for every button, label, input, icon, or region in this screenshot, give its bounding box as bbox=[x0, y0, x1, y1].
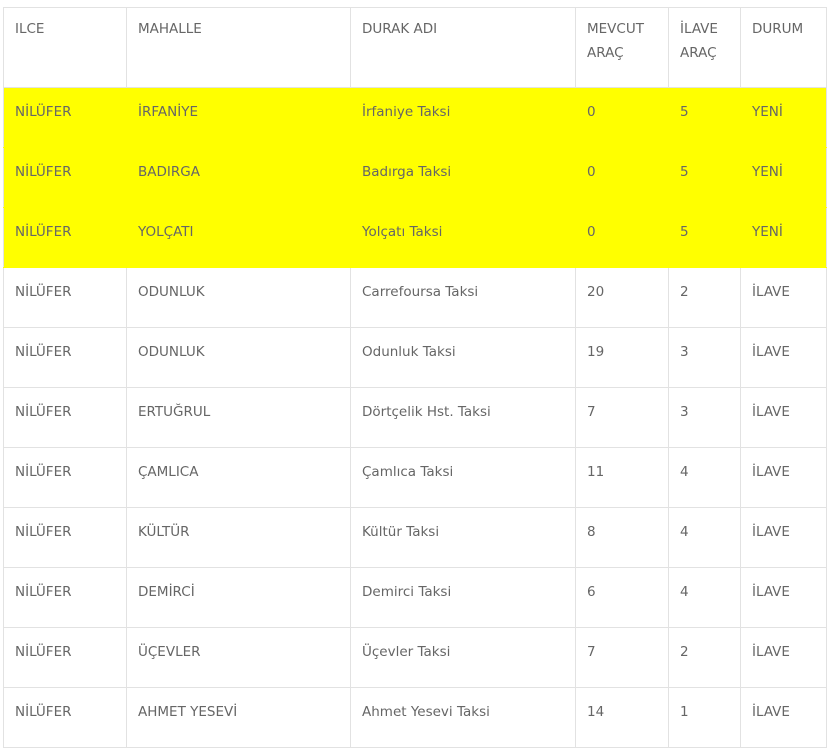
cell-durum: İLAVE bbox=[740, 627, 827, 688]
cell-mahalle: ÇAMLICA bbox=[126, 447, 351, 508]
cell-mevcut-arac: 7 bbox=[575, 627, 669, 688]
cell-durak-adi: Çamlıca Taksi bbox=[350, 447, 576, 508]
cell-durak-adi: Dörtçelik Hst. Taksi bbox=[350, 387, 576, 448]
cell-ilce: NİLÜFER bbox=[3, 207, 127, 268]
cell-durak-adi: Demirci Taksi bbox=[350, 567, 576, 628]
cell-ilave-arac: 4 bbox=[668, 447, 741, 508]
cell-mahalle: YOLÇATI bbox=[126, 207, 351, 268]
cell-mevcut-arac: 0 bbox=[575, 207, 669, 268]
cell-mahalle: BADIRGA bbox=[126, 147, 351, 208]
header-mahalle: MAHALLE bbox=[126, 7, 351, 88]
cell-ilce: NİLÜFER bbox=[3, 327, 127, 388]
table-row: NİLÜFER DEMİRCİ Demirci Taksi 6 4 İLAVE bbox=[3, 567, 827, 628]
cell-mevcut-arac: 0 bbox=[575, 147, 669, 208]
table-row: NİLÜFER KÜLTÜR Kültür Taksi 8 4 İLAVE bbox=[3, 507, 827, 568]
header-ilave-arac: İLAVE ARAÇ bbox=[668, 7, 741, 88]
cell-ilave-arac: 5 bbox=[668, 147, 741, 208]
cell-mevcut-arac: 19 bbox=[575, 327, 669, 388]
cell-mevcut-arac: 11 bbox=[575, 447, 669, 508]
cell-mevcut-arac: 8 bbox=[575, 507, 669, 568]
cell-ilce: NİLÜFER bbox=[3, 147, 127, 208]
cell-ilave-arac: 4 bbox=[668, 507, 741, 568]
cell-ilce: NİLÜFER bbox=[3, 627, 127, 688]
cell-durak-adi: Üçevler Taksi bbox=[350, 627, 576, 688]
cell-durum: İLAVE bbox=[740, 507, 827, 568]
cell-ilave-arac: 5 bbox=[668, 87, 741, 148]
cell-mahalle: ERTUĞRUL bbox=[126, 387, 351, 448]
table-row: NİLÜFER AHMET YESEVİ Ahmet Yesevi Taksi 14 1… bbox=[3, 687, 827, 748]
cell-ilce: NİLÜFER bbox=[3, 447, 127, 508]
cell-mevcut-arac: 6 bbox=[575, 567, 669, 628]
table-row: NİLÜFER BADIRGA Badırga Taksi 0 5 YENİ bbox=[3, 147, 827, 208]
cell-ilce: NİLÜFER bbox=[3, 267, 127, 328]
cell-durak-adi: Odunluk Taksi bbox=[350, 327, 576, 388]
header-durak-adi: DURAK ADI bbox=[350, 7, 576, 88]
cell-mahalle: İRFANİYE bbox=[126, 87, 351, 148]
cell-ilce: NİLÜFER bbox=[3, 687, 127, 748]
cell-mahalle: KÜLTÜR bbox=[126, 507, 351, 568]
cell-mevcut-arac: 7 bbox=[575, 387, 669, 448]
cell-mahalle: ODUNLUK bbox=[126, 267, 351, 328]
cell-ilave-arac: 4 bbox=[668, 567, 741, 628]
cell-ilave-arac: 2 bbox=[668, 267, 741, 328]
cell-durak-adi: Yolçatı Taksi bbox=[350, 207, 576, 268]
cell-durak-adi: Badırga Taksi bbox=[350, 147, 576, 208]
cell-ilave-arac: 1 bbox=[668, 687, 741, 748]
cell-mahalle: ÜÇEVLER bbox=[126, 627, 351, 688]
cell-durak-adi: Ahmet Yesevi Taksi bbox=[350, 687, 576, 748]
cell-durum: İLAVE bbox=[740, 267, 827, 328]
table-row: NİLÜFER ERTUĞRUL Dörtçelik Hst. Taksi 7 3 İLA… bbox=[3, 387, 827, 448]
cell-durum: YENİ bbox=[740, 87, 827, 148]
cell-durum: YENİ bbox=[740, 147, 827, 208]
cell-durum: İLAVE bbox=[740, 327, 827, 388]
cell-durak-adi: Carrefoursa Taksi bbox=[350, 267, 576, 328]
cell-ilave-arac: 2 bbox=[668, 627, 741, 688]
cell-mevcut-arac: 0 bbox=[575, 87, 669, 148]
cell-ilce: NİLÜFER bbox=[3, 507, 127, 568]
cell-ilave-arac: 3 bbox=[668, 387, 741, 448]
taxi-stand-table: ILCE MAHALLE DURAK ADI MEVCUT ARAÇ İLAVE… bbox=[3, 7, 827, 748]
cell-ilce: NİLÜFER bbox=[3, 567, 127, 628]
cell-durum: YENİ bbox=[740, 207, 827, 268]
cell-durak-adi: Kültür Taksi bbox=[350, 507, 576, 568]
header-durum: DURUM bbox=[740, 7, 827, 88]
table-row: NİLÜFER ÜÇEVLER Üçevler Taksi 7 2 İLAVE bbox=[3, 627, 827, 688]
table-row: NİLÜFER ÇAMLICA Çamlıca Taksi 11 4 İLAVE bbox=[3, 447, 827, 508]
table-row: NİLÜFER YOLÇATI Yolçatı Taksi 0 5 YENİ bbox=[3, 207, 827, 268]
cell-durak-adi: İrfaniye Taksi bbox=[350, 87, 576, 148]
table-row: NİLÜFER ODUNLUK Odunluk Taksi 19 3 İLAVE bbox=[3, 327, 827, 388]
cell-mahalle: ODUNLUK bbox=[126, 327, 351, 388]
cell-durum: İLAVE bbox=[740, 447, 827, 508]
cell-durum: İLAVE bbox=[740, 687, 827, 748]
table-row: NİLÜFER İRFANİYE İrfaniye Taksi 0 5 YENİ bbox=[3, 87, 827, 148]
table-body: NİLÜFER İRFANİYE İrfaniye Taksi 0 5 YENİ NİLÜF… bbox=[3, 87, 827, 748]
cell-mahalle: AHMET YESEVİ bbox=[126, 687, 351, 748]
cell-ilce: NİLÜFER bbox=[3, 387, 127, 448]
cell-mevcut-arac: 20 bbox=[575, 267, 669, 328]
cell-mahalle: DEMİRCİ bbox=[126, 567, 351, 628]
cell-ilce: NİLÜFER bbox=[3, 87, 127, 148]
header-row: ILCE MAHALLE DURAK ADI MEVCUT ARAÇ İLAVE… bbox=[3, 7, 827, 88]
header-mevcut-arac: MEVCUT ARAÇ bbox=[575, 7, 669, 88]
cell-ilave-arac: 3 bbox=[668, 327, 741, 388]
table-row: NİLÜFER ODUNLUK Carrefoursa Taksi 20 2 İLAVE bbox=[3, 267, 827, 328]
cell-durum: İLAVE bbox=[740, 567, 827, 628]
header-ilce: ILCE bbox=[3, 7, 127, 88]
cell-ilave-arac: 5 bbox=[668, 207, 741, 268]
cell-mevcut-arac: 14 bbox=[575, 687, 669, 748]
cell-durum: İLAVE bbox=[740, 387, 827, 448]
table-header: ILCE MAHALLE DURAK ADI MEVCUT ARAÇ İLAVE… bbox=[3, 7, 827, 88]
